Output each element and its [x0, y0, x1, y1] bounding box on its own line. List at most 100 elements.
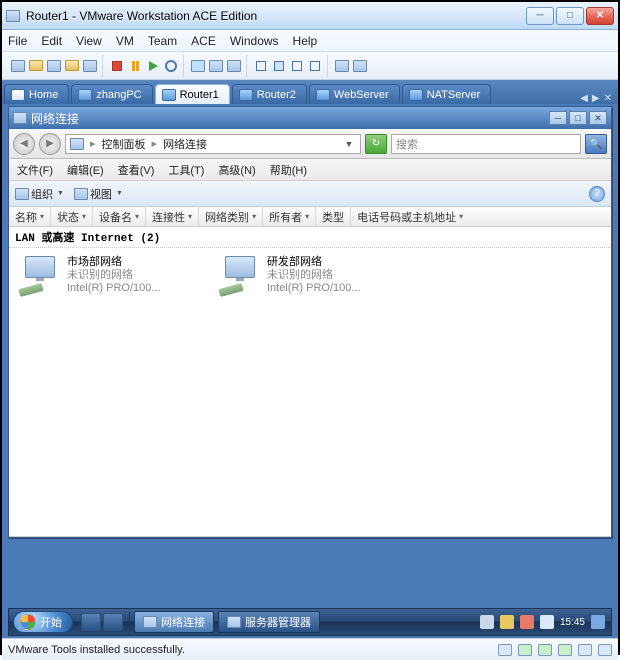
- tab-webserver[interactable]: WebServer: [309, 84, 400, 104]
- menu-help[interactable]: Help: [293, 34, 318, 48]
- tray-clock[interactable]: 15:45: [560, 617, 585, 628]
- back-button[interactable]: ◀: [13, 133, 35, 155]
- network-adapter-item[interactable]: 市场部网络 未识别的网络 Intel(R) PRO/100...: [19, 256, 199, 296]
- status-hdd-icon[interactable]: [498, 644, 512, 656]
- tab-scroll-left-icon[interactable]: ◀: [580, 93, 588, 104]
- snapshot-icon[interactable]: [190, 58, 206, 74]
- tab-scroll-right-icon[interactable]: ▶: [592, 93, 600, 104]
- quick-switch-icon[interactable]: [271, 58, 287, 74]
- col-category[interactable]: 网络类别: [199, 207, 263, 226]
- inner-minimize-button[interactable]: ─: [549, 111, 567, 125]
- status-text: VMware Tools installed successfully.: [8, 644, 185, 656]
- open-team-icon[interactable]: [64, 58, 80, 74]
- tab-router2[interactable]: Router2: [232, 84, 307, 104]
- vmware-app-icon: [6, 10, 20, 22]
- minimize-button[interactable]: ─: [526, 7, 554, 25]
- snapshot-mgr-icon[interactable]: [226, 58, 242, 74]
- suspend-icon[interactable]: [127, 58, 143, 74]
- breadcrumb[interactable]: ▸ 控制面板 ▸ 网络连接 ▼: [65, 134, 361, 154]
- col-connectivity[interactable]: 连接性: [146, 207, 199, 226]
- search-button[interactable]: 🔍: [585, 134, 607, 154]
- col-status[interactable]: 状态: [51, 207, 93, 226]
- vmware-statusbar: VMware Tools installed successfully.: [2, 638, 618, 660]
- status-network2-icon[interactable]: [558, 644, 572, 656]
- menu-team[interactable]: Team: [148, 34, 177, 48]
- refresh-button[interactable]: ↻: [365, 134, 387, 154]
- menu-vm[interactable]: VM: [116, 34, 134, 48]
- status-network-icon[interactable]: [538, 644, 552, 656]
- appliance-icon[interactable]: [352, 58, 368, 74]
- search-input[interactable]: 搜索: [391, 134, 581, 154]
- inner-menu-help[interactable]: 帮助(H): [270, 162, 307, 178]
- tab-home[interactable]: Home: [4, 84, 69, 104]
- quick-launch-item[interactable]: [103, 613, 123, 631]
- col-type[interactable]: 类型: [316, 207, 351, 226]
- new-team-icon[interactable]: [46, 58, 62, 74]
- help-icon[interactable]: ?: [589, 186, 605, 202]
- tray-volume-icon[interactable]: [540, 615, 554, 629]
- tab-zhangpc[interactable]: zhangPC: [71, 84, 152, 104]
- taskbar-app-network[interactable]: 网络连接: [134, 611, 214, 633]
- quick-launch-item[interactable]: [81, 613, 101, 631]
- inner-menubar: 文件(F) 编辑(E) 查看(V) 工具(T) 高级(N) 帮助(H): [9, 159, 611, 181]
- new-vm-icon[interactable]: [10, 58, 26, 74]
- tray-icon[interactable]: [480, 615, 494, 629]
- inner-menu-view[interactable]: 查看(V): [118, 162, 155, 178]
- menu-view[interactable]: View: [76, 34, 102, 48]
- col-name[interactable]: 名称: [9, 207, 51, 226]
- guest-display: 网络连接 ─ □ ✕ ◀ ▶ ▸ 控制面板 ▸ 网络连接 ▼ ↻ 搜索 🔍: [2, 104, 618, 638]
- col-owner[interactable]: 所有者: [263, 207, 316, 226]
- tab-label: Home: [29, 89, 58, 101]
- show-desktop-icon[interactable]: [591, 615, 605, 629]
- taskbar-app-servermgr[interactable]: 服务器管理器: [218, 611, 320, 633]
- network-adapter-item[interactable]: 研发部网络 未识别的网络 Intel(R) PRO/100...: [219, 256, 399, 296]
- status-cdrom-icon[interactable]: [518, 644, 532, 656]
- power-on-icon[interactable]: [145, 58, 161, 74]
- tray-security-icon[interactable]: [520, 615, 534, 629]
- revert-icon[interactable]: [208, 58, 224, 74]
- address-dropdown-icon[interactable]: ▼: [342, 139, 356, 149]
- unity-icon[interactable]: [307, 58, 323, 74]
- inner-maximize-button[interactable]: □: [569, 111, 587, 125]
- inner-menu-tools[interactable]: 工具(T): [168, 162, 204, 178]
- forward-button[interactable]: ▶: [39, 133, 61, 155]
- inner-window-titlebar[interactable]: 网络连接 ─ □ ✕: [9, 107, 611, 129]
- col-phone[interactable]: 电话号码或主机地址: [351, 207, 611, 226]
- breadcrumb-root[interactable]: 控制面板: [102, 136, 146, 152]
- tab-close-icon[interactable]: ✕: [604, 93, 612, 104]
- tab-router1[interactable]: Router1: [155, 84, 230, 104]
- list-area[interactable]: LAN 或高速 Internet (2) 市场部网络 未识别的网络 Intel(…: [9, 227, 611, 537]
- start-button[interactable]: 开始: [13, 611, 73, 633]
- tab-label: Router1: [180, 89, 219, 101]
- menu-edit[interactable]: Edit: [41, 34, 62, 48]
- show-console-icon[interactable]: [253, 58, 269, 74]
- inner-menu-file[interactable]: 文件(F): [17, 162, 53, 178]
- views-label: 视图: [90, 186, 112, 202]
- quick-launch: [81, 613, 123, 631]
- status-sound-icon[interactable]: [578, 644, 592, 656]
- reset-icon[interactable]: [163, 58, 179, 74]
- status-usb-icon[interactable]: [598, 644, 612, 656]
- tab-natserver[interactable]: NATServer: [402, 84, 492, 104]
- organize-button[interactable]: 组织: [15, 186, 64, 202]
- close-button[interactable]: ✕: [586, 7, 614, 25]
- home-icon: [11, 89, 25, 101]
- inner-menu-edit[interactable]: 编辑(E): [67, 162, 104, 178]
- vm-icon: [316, 89, 330, 101]
- inner-close-button[interactable]: ✕: [589, 111, 607, 125]
- open-vm-icon[interactable]: [28, 58, 44, 74]
- menu-windows[interactable]: Windows: [230, 34, 279, 48]
- ace-icon[interactable]: [82, 58, 98, 74]
- col-device[interactable]: 设备名: [93, 207, 146, 226]
- tray-icon[interactable]: [500, 615, 514, 629]
- menu-file[interactable]: File: [8, 34, 27, 48]
- maximize-button[interactable]: □: [556, 7, 584, 25]
- summary-icon[interactable]: [334, 58, 350, 74]
- views-button[interactable]: 视图: [74, 186, 123, 202]
- breadcrumb-leaf[interactable]: 网络连接: [163, 136, 207, 152]
- inner-menu-advanced[interactable]: 高级(N): [218, 162, 255, 178]
- menu-ace[interactable]: ACE: [191, 34, 216, 48]
- fullscreen-icon[interactable]: [289, 58, 305, 74]
- power-off-icon[interactable]: [109, 58, 125, 74]
- adapter-status: 未识别的网络: [267, 269, 361, 282]
